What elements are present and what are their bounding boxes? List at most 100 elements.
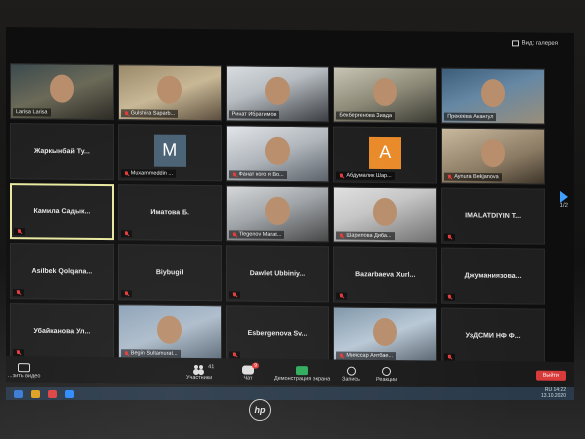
participant-caption: Шарипова Диба...	[336, 231, 395, 241]
participant-tile[interactable]: Камила Садык...	[10, 183, 114, 241]
participant-face	[480, 78, 506, 108]
zoom-app-icon[interactable]	[65, 389, 74, 398]
mic-muted-icon	[339, 294, 344, 299]
participant-face	[265, 196, 290, 225]
participant-caption	[444, 233, 456, 241]
participant-tile[interactable]: Мияссар Аятбае...	[333, 306, 438, 364]
participant-caption: Бекбергенова Зиада	[336, 111, 396, 121]
chat-label: Чат	[243, 375, 253, 382]
participant-caption: Ринат Ибрагимов	[228, 110, 280, 119]
participant-tile[interactable]: Tlegenov Marat...	[225, 185, 330, 243]
share-screen-label: Демонстрация экрана	[274, 375, 331, 383]
mic-muted-icon	[124, 231, 129, 236]
participant-caption	[336, 292, 348, 300]
participant-tile[interactable]: Begin Sultamurat...	[117, 304, 222, 362]
participant-tile[interactable]: Aynura Bekjanova	[441, 127, 545, 185]
record-label: Запись	[342, 376, 361, 383]
reactions-button[interactable]: Реакции	[376, 366, 398, 384]
participants-icon: 41	[193, 364, 214, 374]
participant-face	[373, 317, 398, 346]
participant-name: Begin Sultamurat...	[130, 350, 178, 357]
leave-button[interactable]: Выйти	[535, 370, 566, 381]
mic-muted-icon	[124, 351, 129, 356]
mic-muted-icon	[232, 292, 237, 297]
participant-tile[interactable]: Bazarbaeva Xurl...	[333, 246, 438, 304]
mic-muted-icon	[124, 291, 129, 296]
record-button[interactable]: Запись	[342, 366, 361, 383]
chat-icon: 9	[242, 362, 259, 375]
participant-face	[49, 74, 75, 103]
participant-name: Абдумалик Шар...	[346, 172, 392, 180]
mic-muted-icon	[339, 173, 344, 178]
participant-tile[interactable]: A Абдумалик Шар...	[333, 126, 438, 184]
participant-name-center: Bazarbaeva Xurl...	[355, 271, 416, 279]
reactions-label: Реакции	[376, 376, 398, 384]
mic-muted-icon	[447, 174, 452, 179]
participant-face	[480, 138, 506, 168]
participant-tile[interactable]: IMALATDIYIN T...	[441, 187, 545, 245]
participants-button[interactable]: 41 Участники	[186, 364, 214, 382]
participant-name-center: Камила Садык...	[33, 207, 91, 216]
participant-name-center: УзДСМИ НФ Ф...	[465, 332, 521, 340]
mic-muted-icon	[232, 172, 237, 177]
participant-tile[interactable]: Иматова Б.	[117, 184, 222, 242]
mic-muted-icon	[447, 295, 452, 300]
start-icon[interactable]	[14, 389, 23, 398]
participant-tile[interactable]: Gulshira Saparb...	[117, 64, 222, 122]
participant-name-center: Джуманиязова...	[464, 272, 522, 280]
system-tray: RU 14:22 13.10.2020	[540, 387, 566, 399]
participant-name-center: Biybugil	[155, 269, 184, 277]
record-icon	[346, 366, 356, 376]
pager[interactable]: 1/2	[559, 190, 568, 209]
participant-caption: Tlegenov Marat...	[228, 230, 285, 239]
browser-icon[interactable]	[48, 389, 57, 398]
mic-muted-icon	[232, 232, 237, 237]
participant-caption	[120, 230, 132, 238]
participant-tile[interactable]: Шарипова Диба...	[333, 186, 438, 244]
participant-tile[interactable]: Бекбергенова Зиада	[333, 66, 438, 124]
participant-tile[interactable]: Esbergenova Sv...	[225, 305, 330, 363]
explorer-icon[interactable]	[31, 389, 40, 398]
participant-tile[interactable]: Прекеева Акангул	[441, 67, 545, 125]
participant-caption	[120, 290, 132, 298]
participant-name: Larisa Larisa	[16, 109, 48, 116]
participant-tile[interactable]: Убайканова Ул...	[10, 303, 114, 361]
participant-tile[interactable]: УзДСМИ НФ Ф...	[441, 307, 545, 365]
participant-face	[373, 77, 398, 106]
participant-tile[interactable]: Dawlet Ubbiniy...	[225, 245, 330, 303]
clock-date: 13.10.2020	[540, 392, 566, 399]
participant-caption: Larisa Larisa	[13, 108, 51, 117]
chat-button[interactable]: 9 Чат	[242, 362, 259, 382]
next-page-arrow-icon[interactable]	[559, 190, 568, 203]
start-video-button[interactable]: ...зить видео	[8, 363, 40, 379]
participant-tile[interactable]: M Muxammeddin ...	[117, 124, 222, 182]
gallery-view-toggle[interactable]: Вид: галерея	[511, 40, 558, 47]
participant-tile[interactable]: Ринат Ибрагимов	[225, 65, 330, 123]
participant-name: Фанат кого я Во...	[238, 171, 284, 178]
participant-tile[interactable]: Biybugil	[117, 244, 222, 302]
top-bar: Вид: галерея	[6, 27, 574, 67]
participant-face	[265, 76, 290, 105]
chat-badge: 9	[252, 362, 259, 369]
video-camera-icon	[18, 363, 31, 373]
mic-muted-icon	[17, 229, 22, 234]
participant-tile[interactable]: Asilbek Qolqana...	[10, 243, 114, 301]
participant-tile[interactable]: Джуманиязова...	[441, 247, 545, 305]
participant-caption: Фанат кого я Во...	[228, 170, 287, 179]
gallery-grid-icon	[511, 40, 519, 47]
participant-tile[interactable]: Фанат кого я Во...	[225, 125, 330, 183]
share-screen-button[interactable]: Демонстрация экрана	[274, 366, 331, 383]
participant-face	[157, 315, 182, 344]
participant-name-center: Asilbek Qolqana...	[31, 267, 93, 276]
participant-tile[interactable]: Larisa Larisa	[10, 63, 114, 121]
participant-name: Tlegenov Marat...	[238, 231, 282, 238]
smiley-icon	[382, 366, 392, 377]
participant-tile[interactable]: Жаркынбай Ту...	[10, 123, 114, 181]
participant-caption: Gulshira Saparb...	[120, 109, 179, 118]
participant-avatar: A	[369, 136, 402, 169]
participants-label: Участники	[186, 374, 213, 382]
participant-face	[265, 136, 290, 165]
windows-taskbar: RU 14:22 13.10.2020	[6, 387, 574, 400]
page-indicator: 1/2	[559, 202, 568, 209]
share-screen-icon	[296, 366, 309, 376]
